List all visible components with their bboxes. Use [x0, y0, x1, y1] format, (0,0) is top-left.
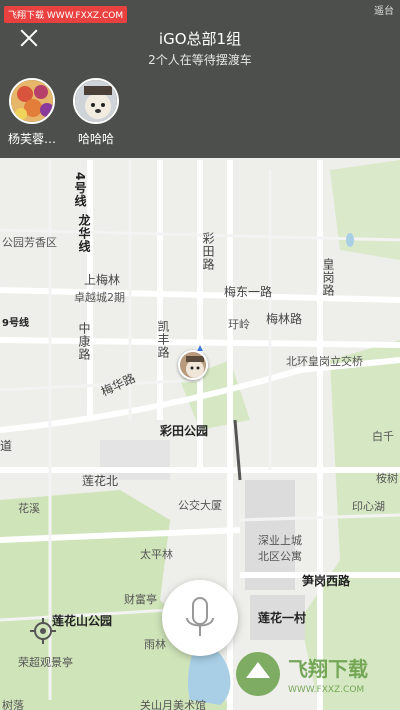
user-location-avatar[interactable] — [178, 350, 208, 380]
map-label-line9: 9号线 — [2, 318, 29, 329]
status-badge-text: 飞翔下载 — [8, 11, 45, 21]
map-label-caifu: 财富亭 — [124, 593, 157, 606]
map-label-baiqian: 白千 — [372, 430, 394, 443]
map-label-kaifeng: 凯丰路 — [156, 320, 170, 359]
map-label-zhongkang: 中康路 — [77, 322, 91, 361]
status-right-text: 遥台 — [374, 6, 394, 17]
svg-text:飞翔下载: 飞翔下载 — [288, 657, 368, 681]
map-label-caitian-rd: 彩田路 — [201, 232, 215, 271]
map-label-anxi: 桉树 — [376, 472, 398, 485]
group-header-panel: 飞翔下载 WWW.FXXZ.COM 遥台 iGO总部1组 2个人在等待摆渡车 杨… — [0, 0, 400, 158]
avatar — [73, 78, 119, 124]
map-label-rongchao: 荣超观景亭 — [18, 656, 73, 669]
map-label-line4: 4号线 — [73, 172, 87, 208]
map-label-lianhuabei: 莲花北 — [82, 474, 119, 488]
map-label-beihuan: 北环皇岗立交桥 — [286, 355, 363, 368]
map-label-taipinglin: 太平林 — [140, 548, 173, 561]
map-label-shuzhuang: 树落 — [2, 699, 24, 710]
map-label-caitian-park: 彩田公园 — [160, 424, 209, 438]
map-label-beiqu: 北区公寓 — [258, 550, 302, 563]
member-name: 杨芙蓉… — [7, 132, 56, 146]
map-label-dao: 道 — [0, 439, 13, 453]
group-title: iGO总部1组 — [158, 30, 242, 48]
status-left-badge: 飞翔下载 WWW.FXXZ.COM — [4, 6, 128, 23]
map-label-sungang: 笋岗西路 — [302, 574, 351, 588]
member-name: 哈哈哈 — [77, 132, 114, 146]
map-label-huanggang: 皇岗路 — [321, 258, 335, 297]
map-label-meidongyi: 梅东一路 — [224, 285, 273, 299]
map-label-gongjiao: 公交大厦 — [178, 499, 222, 512]
waiting-subtitle: 2个人在等待摆渡车 — [148, 53, 252, 67]
map-label-meilin: 梅林路 — [266, 312, 303, 326]
status-url-text: WWW.FXXZ.COM — [46, 11, 124, 21]
voice-button[interactable] — [162, 580, 238, 656]
map-label-guanshan: 关山月美术馆 — [140, 699, 206, 710]
map-label-park-area: 公园芳香区 — [2, 236, 57, 249]
watermark-logo: 飞翔下载 WWW.FXXZ.COM — [232, 648, 400, 700]
member-item[interactable]: 杨芙蓉… — [0, 78, 67, 147]
map-label-yinji: 印心湖 — [352, 500, 385, 513]
microphone-icon — [186, 597, 214, 636]
map-label-longhua: 龙华线 — [77, 214, 91, 253]
map-label-lianhuayicun: 莲花一村 — [258, 611, 307, 625]
svg-text:WWW.FXXZ.COM: WWW.FXXZ.COM — [288, 685, 364, 695]
map-label-zhuoyue: 卓越城2期 — [74, 291, 125, 304]
map-label-yuling: 玗岭 — [228, 318, 250, 331]
locate-me-button[interactable] — [28, 616, 58, 646]
avatar — [9, 78, 55, 124]
map-label-shenzhen: 深业上城 — [258, 534, 302, 547]
map-label-shangmeilin: 上梅林 — [84, 273, 121, 287]
map-label-huaxi: 花溪 — [18, 502, 40, 515]
map-label-lianhuashan: 莲花山公园 — [52, 614, 113, 628]
crosshair-icon — [30, 618, 56, 644]
member-item[interactable]: 哈哈哈 — [61, 78, 131, 147]
